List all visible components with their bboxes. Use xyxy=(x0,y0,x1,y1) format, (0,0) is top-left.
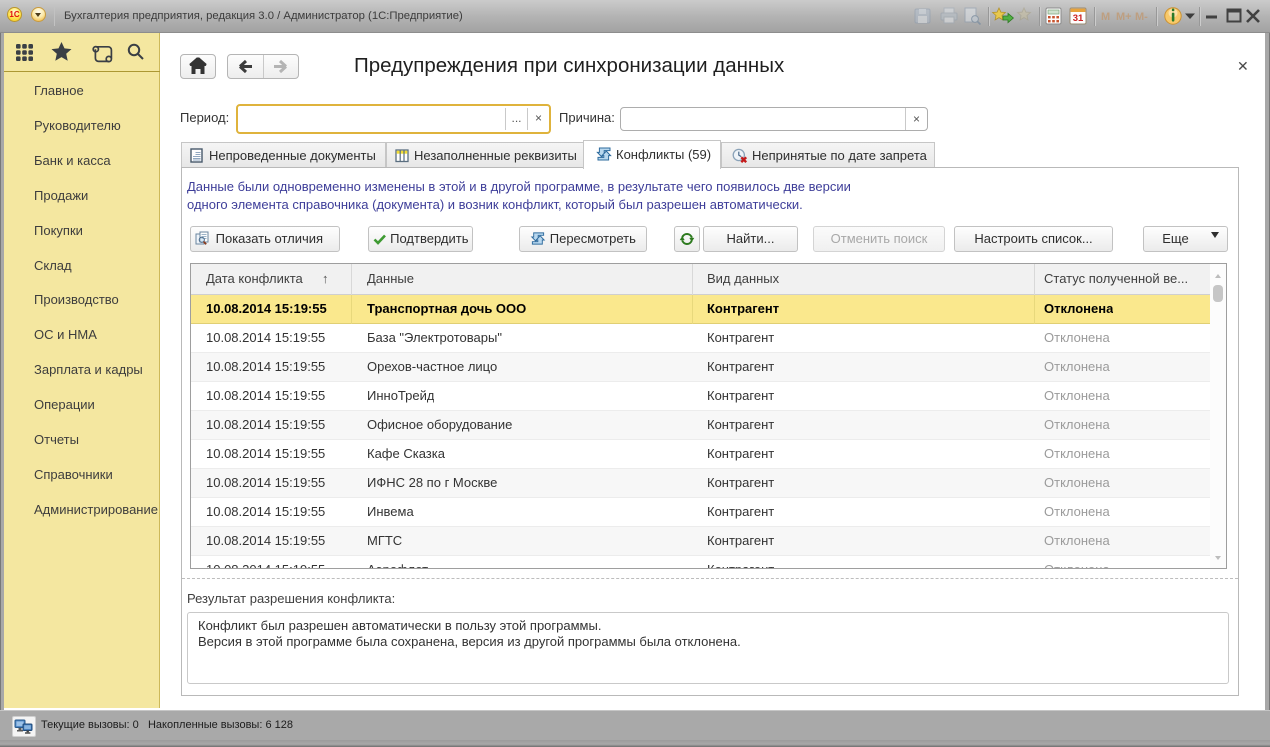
svg-text:31: 31 xyxy=(1073,13,1084,24)
svg-text:M-: M- xyxy=(1135,11,1148,23)
svg-text:M: M xyxy=(1101,11,1110,23)
svg-text:M+: M+ xyxy=(1116,11,1132,23)
